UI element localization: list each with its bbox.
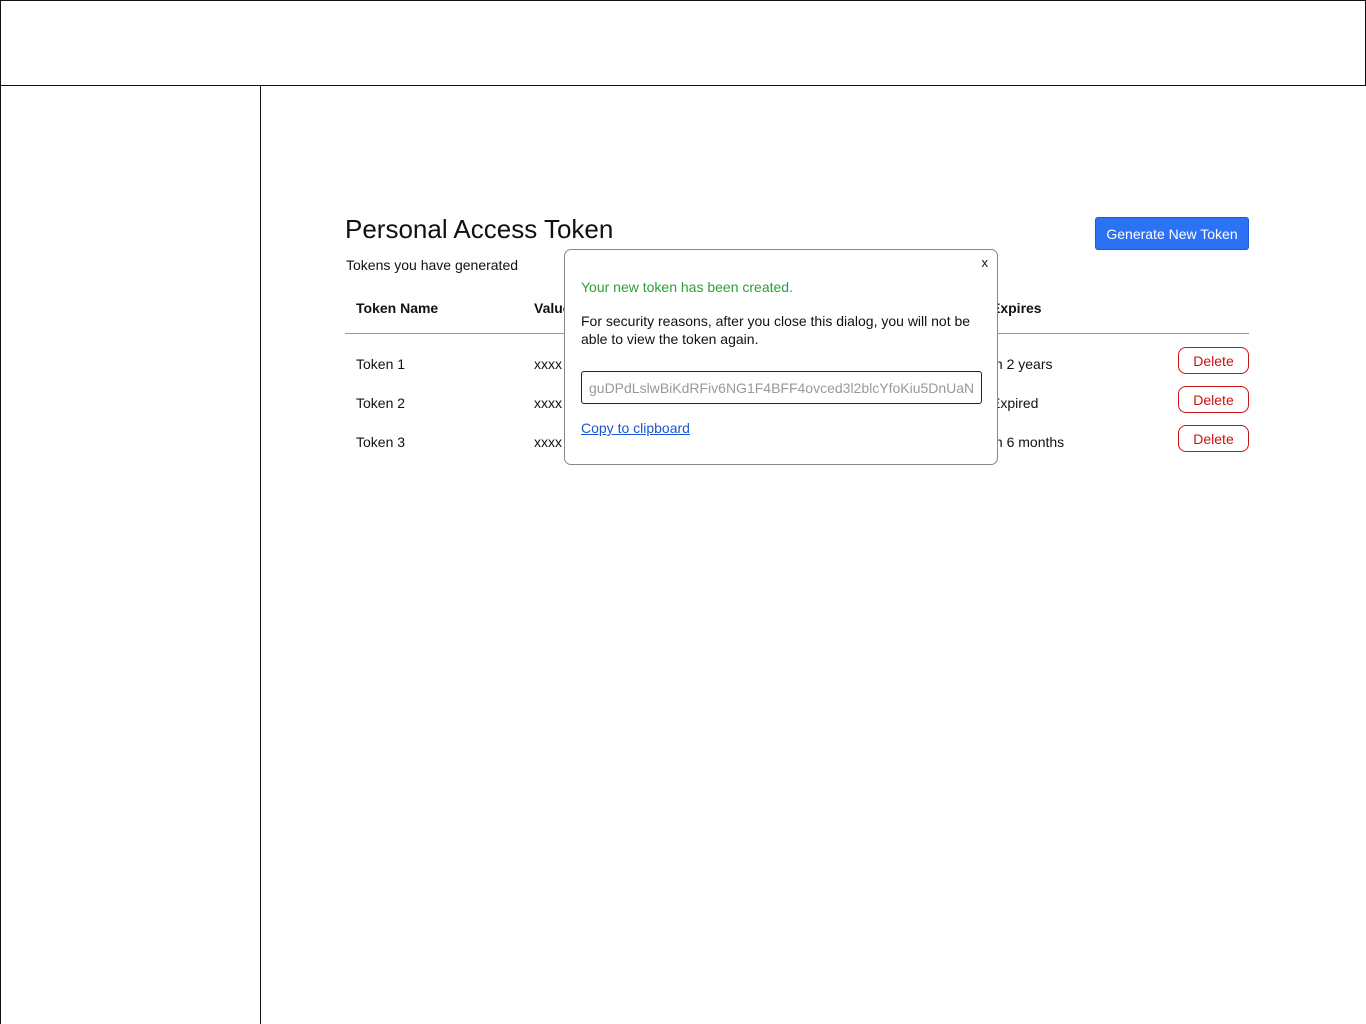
token-name-cell: Token 3 <box>356 434 406 450</box>
token-name-cell: Token 1 <box>356 356 406 372</box>
delete-token-button[interactable]: Delete <box>1178 425 1249 452</box>
close-dialog-button[interactable]: x <box>982 255 989 270</box>
token-value-field[interactable] <box>581 371 982 404</box>
token-name-cell: Token 2 <box>356 395 406 411</box>
column-header-expires: Expires <box>991 300 1042 316</box>
token-value-cell: xxxx <box>534 356 562 372</box>
success-message: Your new token has been created. <box>581 279 793 295</box>
token-expires-cell: Expired <box>991 395 1039 411</box>
new-token-dialog: x Your new token has been created. For s… <box>564 249 998 465</box>
token-value-cell: xxxx <box>534 434 562 450</box>
page-title: Personal Access Token <box>345 214 614 244</box>
generate-new-token-button[interactable]: Generate New Token <box>1095 217 1249 250</box>
sidebar <box>0 85 261 1024</box>
column-header-token-name: Token Name <box>356 300 439 316</box>
page-subtitle: Tokens you have generated <box>346 257 519 273</box>
delete-token-button[interactable]: Delete <box>1178 386 1249 413</box>
delete-token-button[interactable]: Delete <box>1178 347 1249 374</box>
top-bar <box>0 0 1366 86</box>
token-expires-cell: In 2 years <box>991 356 1053 372</box>
copy-to-clipboard-link[interactable]: Copy to clipboard <box>581 420 690 436</box>
security-message: For security reasons, after you close th… <box>581 313 971 347</box>
token-value-cell: xxxx <box>534 395 562 411</box>
token-expires-cell: In 6 months <box>991 434 1065 450</box>
